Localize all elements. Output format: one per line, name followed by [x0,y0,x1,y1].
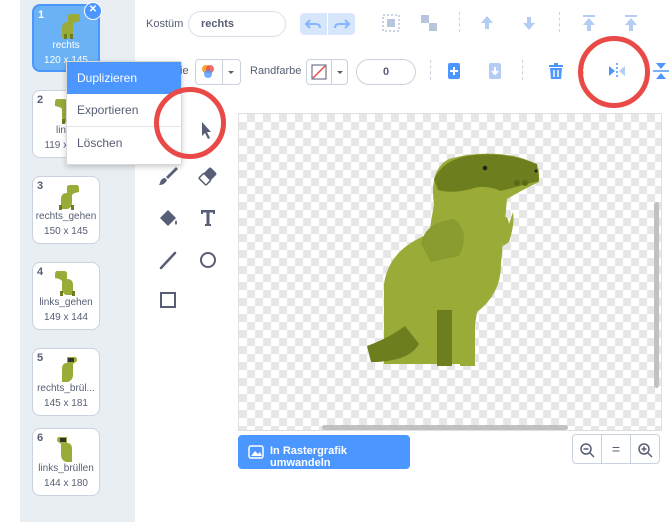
undo-button[interactable] [300,13,327,35]
vertical-scrollbar[interactable] [654,202,659,388]
flip-vertical-icon[interactable] [650,60,672,82]
chevron-down-icon [228,71,234,74]
costume-number: 2 [37,94,44,106]
costume-name: links_brüllen [38,463,94,474]
costume-name: rechts_brül... [37,383,95,394]
paint-canvas[interactable] [238,113,662,431]
costume-name: links_gehen [39,297,93,308]
zoom-reset-label: = [611,441,621,457]
menu-item-duplicate[interactable]: Duplizieren [67,62,181,94]
costume-size: 144 x 180 [44,478,88,489]
fill-tool-icon[interactable] [156,206,180,230]
zoom-in-button[interactable] [630,434,660,464]
image-icon [248,445,264,459]
costume-name: rechts [52,40,80,51]
costume-size: 145 x 181 [44,398,88,409]
costume-name: rechts_gehen [35,211,97,222]
fill-label: ie [180,65,189,77]
dino-thumbnail-icon [62,14,80,39]
text-tool-icon[interactable] [196,206,220,230]
horizontal-scrollbar[interactable] [322,425,568,430]
front-icon[interactable] [578,12,600,34]
delete-costume-icon[interactable]: ✕ [84,2,102,20]
zoom-reset-button[interactable]: = [601,434,631,464]
outline-width-input[interactable] [356,59,416,85]
costume-item-3[interactable]: 3 rechts_gehen 150 x 145 [32,176,100,244]
toolbar-divider [522,60,524,80]
dino-thumbnail-icon [57,437,72,462]
dropdown-divider [222,60,223,84]
brush-tool-icon[interactable] [156,164,180,188]
costume-number: 6 [37,432,44,444]
annotation-circle [578,36,650,108]
fill-color-picker[interactable] [195,59,241,85]
convert-label: In Rastergrafik umwandeln [270,445,348,469]
toolbar-divider [459,12,461,32]
costume-name-input[interactable] [188,11,286,37]
costume-number: 3 [37,180,44,192]
costume-number: 4 [37,266,44,278]
undo-icon [304,19,321,29]
annotation-circle [154,87,226,159]
costume-size: 150 x 145 [44,226,88,237]
copy-icon[interactable] [443,60,465,82]
trash-icon[interactable] [545,60,567,82]
dino-sprite[interactable] [239,114,661,430]
circle-tool-icon[interactable] [196,248,220,272]
costume-item-6[interactable]: 6 links_brüllen 144 x 180 [32,428,100,496]
dropdown-divider [331,60,332,84]
sidebar-edge [0,0,20,522]
forward-icon[interactable] [476,12,498,34]
costume-label: Kostüm [146,18,184,30]
paste-icon[interactable] [484,60,506,82]
costume-size: 149 x 144 [44,312,88,323]
toolbar-divider [430,60,432,80]
line-tool-icon[interactable] [156,248,180,272]
dino-thumbnail-icon [59,185,79,210]
group-icon[interactable] [380,12,402,34]
dino-thumbnail-icon [55,271,75,296]
toolbar-divider [559,12,561,32]
outline-color-picker[interactable] [306,59,348,85]
zoom-in-icon [638,443,653,458]
convert-to-bitmap-button[interactable]: In Rastergrafik umwandeln [238,435,410,469]
back-icon[interactable] [620,12,642,34]
costume-number: 1 [38,9,45,21]
outline-label: Randfarbe [250,65,302,77]
color-wheel-icon [202,65,214,78]
costume-number: 5 [37,352,44,364]
no-color-icon [311,64,327,80]
redo-button[interactable] [328,13,355,35]
zoom-out-icon [580,443,595,458]
redo-icon [334,19,351,29]
backward-icon[interactable] [518,12,540,34]
ungroup-icon[interactable] [418,12,440,34]
zoom-out-button[interactable] [572,434,602,464]
costume-item-4[interactable]: 4 links_gehen 149 x 144 [32,262,100,330]
rectangle-tool-icon[interactable] [156,288,180,312]
chevron-down-icon [337,71,343,74]
costume-item-5[interactable]: 5 rechts_brül... 145 x 181 [32,348,100,416]
eraser-tool-icon[interactable] [196,164,220,188]
dino-thumbnail-icon [62,357,77,382]
